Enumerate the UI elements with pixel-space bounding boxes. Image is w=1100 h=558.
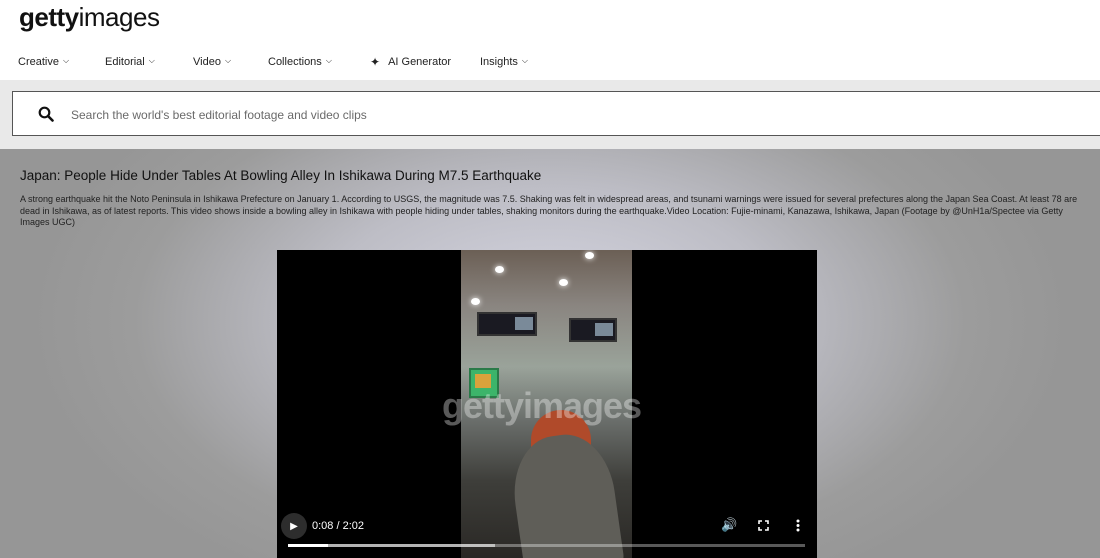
chevron-down-icon: ⌵ — [148, 56, 155, 65]
nav-item-editorial[interactable]: Editorial ⌵ — [105, 52, 155, 72]
more-options-icon[interactable] — [796, 519, 800, 532]
nav-item-label: Creative — [18, 56, 59, 68]
chevron-down-icon: ⌵ — [224, 56, 232, 65]
getty-images-logo[interactable]: gettyimages — [19, 2, 160, 33]
clip-detail: Japan: People Hide Under Tables At Bowli… — [0, 149, 1100, 558]
nav-item-label: Editorial — [105, 56, 145, 68]
played-bar — [288, 544, 329, 547]
chevron-down-icon: ⌵ — [325, 56, 332, 65]
nav-item-label: Video — [193, 56, 221, 68]
chevron-down-icon: ⌵ — [521, 56, 528, 65]
nav-item-label: Insights — [480, 56, 518, 68]
time-display: 0:08 / 2:02 — [312, 520, 364, 532]
play-icon[interactable]: ▶ — [281, 513, 307, 539]
nav-item-video[interactable]: Video ⌵ — [193, 52, 231, 72]
clip-title: Japan: People Hide Under Tables At Bowli… — [20, 168, 542, 183]
sparkle-icon: ✦ — [370, 55, 381, 69]
nav-item-collections[interactable]: Collections ⌵ — [268, 52, 332, 72]
chevron-down-icon: ⌵ — [62, 56, 70, 65]
getty-watermark: gettyimages — [442, 385, 642, 426]
nav-item-creative[interactable]: Creative ⌵ — [18, 52, 69, 72]
nav-item-insights[interactable]: Insights ⌵ — [480, 52, 528, 72]
volume-icon[interactable]: 🔊 — [721, 517, 737, 533]
nav-item-ai-generator[interactable]: ✦ AI Generator — [370, 52, 451, 72]
search-band — [0, 80, 1100, 149]
clip-description: A strong earthquake hit the Noto Peninsu… — [20, 194, 1078, 227]
fullscreen-icon[interactable] — [758, 520, 769, 531]
main-nav: Creative ⌵ Editorial ⌵ Video ⌵ Collectio… — [0, 52, 1100, 72]
video-player[interactable]: gettyimages ▶ 0:08 / 2:02 🔊 — [277, 250, 817, 558]
nav-item-label: AI Generator — [388, 56, 452, 68]
search-input[interactable] — [69, 92, 973, 137]
video-controls: ▶ 0:08 / 2:02 🔊 — [277, 508, 817, 558]
top-header: gettyimages Creative ⌵ Editorial ⌵ Video… — [0, 0, 1100, 80]
search-icon[interactable] — [38, 106, 54, 122]
search-box — [12, 91, 1100, 137]
nav-item-label: Collections — [268, 56, 322, 68]
seek-bar[interactable] — [288, 544, 805, 547]
